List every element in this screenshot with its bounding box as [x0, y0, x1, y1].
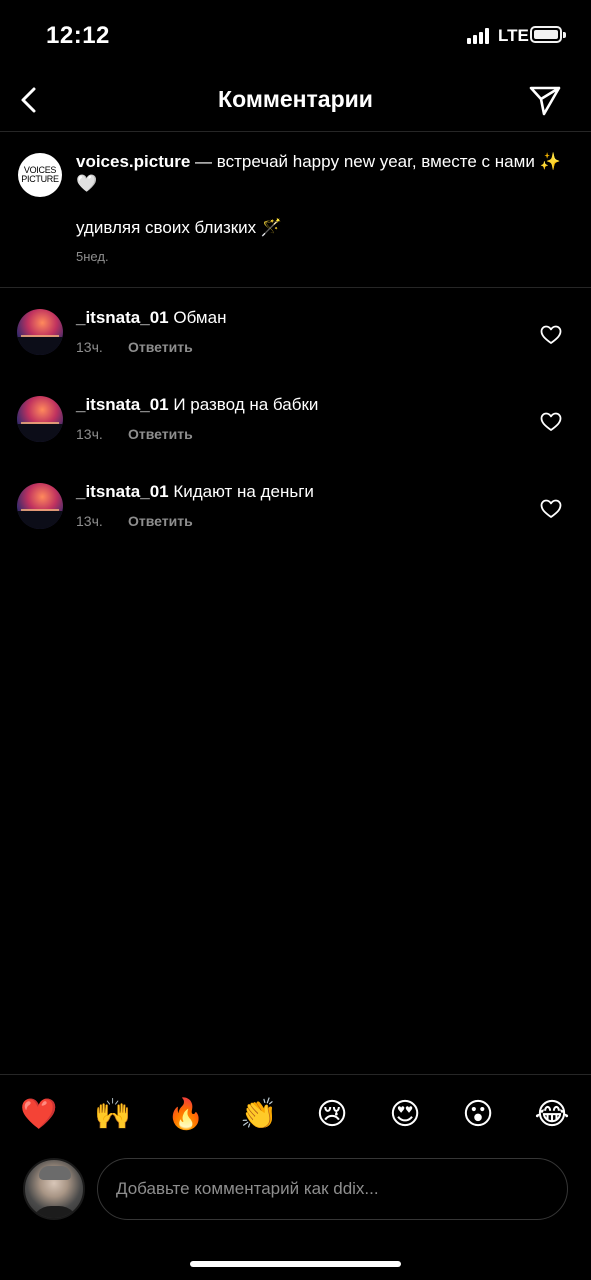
comment-item: _itsnata_01 И развод на бабки 13ч. Ответи… [0, 394, 591, 483]
comment-item: _itsnata_01 Кидают на деньги 13ч. Ответит… [0, 481, 591, 570]
avatar[interactable] [17, 396, 63, 442]
like-button[interactable] [540, 325, 562, 345]
avatar-logo-line2: PICTURE [21, 174, 59, 184]
home-indicator[interactable] [190, 1261, 401, 1267]
comment-meta: 13ч. Ответить [76, 339, 193, 355]
comment-timestamp: 13ч. [76, 513, 103, 529]
caption-username[interactable]: voices.picture [76, 152, 190, 171]
caption-text: voices.picture — встречай happy new year… [76, 151, 571, 195]
send-icon [529, 86, 561, 116]
battery-icon [530, 26, 566, 43]
caption-timestamp: 5нед. [76, 249, 109, 264]
reply-button[interactable]: Ответить [128, 513, 193, 529]
emoji-reaction-bar: ❤️ 🙌 🔥 👏 😢 😍 😮 😂 [0, 1074, 591, 1152]
comment-meta: 13ч. Ответить [76, 513, 193, 529]
emoji-crying-button[interactable]: 😢 [314, 1097, 350, 1133]
emoji-laughing-button[interactable]: 😂 [534, 1097, 570, 1133]
emoji-surprised-button[interactable]: 😮 [460, 1097, 496, 1133]
comment-body: Кидают на деньги [168, 482, 314, 501]
heart-icon [540, 499, 562, 518]
page-title: Комментарии [218, 86, 373, 112]
reply-button[interactable]: Ответить [128, 339, 193, 355]
emoji-fire-button[interactable]: 🔥 [167, 1097, 204, 1133]
avatar[interactable] [17, 483, 63, 529]
comment-timestamp: 13ч. [76, 426, 103, 442]
comment-timestamp: 13ч. [76, 339, 103, 355]
like-button[interactable] [540, 412, 562, 432]
signal-icon [467, 28, 491, 44]
status-bar: 12:12 LTE [0, 0, 591, 70]
comment-text: _itsnata_01 И развод на бабки [76, 394, 318, 416]
status-time: 12:12 [46, 22, 110, 49]
comment-input[interactable] [97, 1158, 568, 1220]
comment-text: _itsnata_01 Кидают на деньги [76, 481, 314, 503]
comment-meta: 13ч. Ответить [76, 426, 193, 442]
comments-screen: 12:12 LTE Комментарии VOICES PICTURE voi… [0, 0, 591, 1280]
emoji-clap-button[interactable]: 👏 [240, 1097, 277, 1133]
header: Комментарии [0, 70, 591, 132]
reply-button[interactable]: Ответить [128, 426, 193, 442]
avatar[interactable]: VOICES PICTURE [18, 153, 62, 197]
comment-item: _itsnata_01 Обман 13ч. Ответить [0, 307, 591, 396]
comment-body: Обман [168, 308, 227, 327]
avatar[interactable] [23, 1158, 85, 1220]
post-caption: VOICES PICTURE voices.picture — встречай… [0, 133, 591, 288]
comment-body: И развод на бабки [168, 395, 319, 414]
comment-text: _itsnata_01 Обман [76, 307, 226, 329]
network-label: LTE [498, 26, 529, 45]
like-button[interactable] [540, 499, 562, 519]
comment-username[interactable]: _itsnata_01 [76, 482, 169, 501]
avatar[interactable] [17, 309, 63, 355]
emoji-raised-hands-button[interactable]: 🙌 [94, 1097, 131, 1133]
comment-composer [0, 1152, 591, 1232]
caption-body-line2: удивляя своих близких 🪄 [76, 218, 283, 237]
heart-icon [540, 325, 562, 344]
emoji-heart-button[interactable]: ❤️ [20, 1097, 57, 1133]
comment-username[interactable]: _itsnata_01 [76, 395, 169, 414]
heart-icon [540, 412, 562, 431]
comment-username[interactable]: _itsnata_01 [76, 308, 169, 327]
share-button[interactable] [527, 82, 563, 118]
emoji-heart-eyes-button[interactable]: 😍 [387, 1097, 423, 1133]
